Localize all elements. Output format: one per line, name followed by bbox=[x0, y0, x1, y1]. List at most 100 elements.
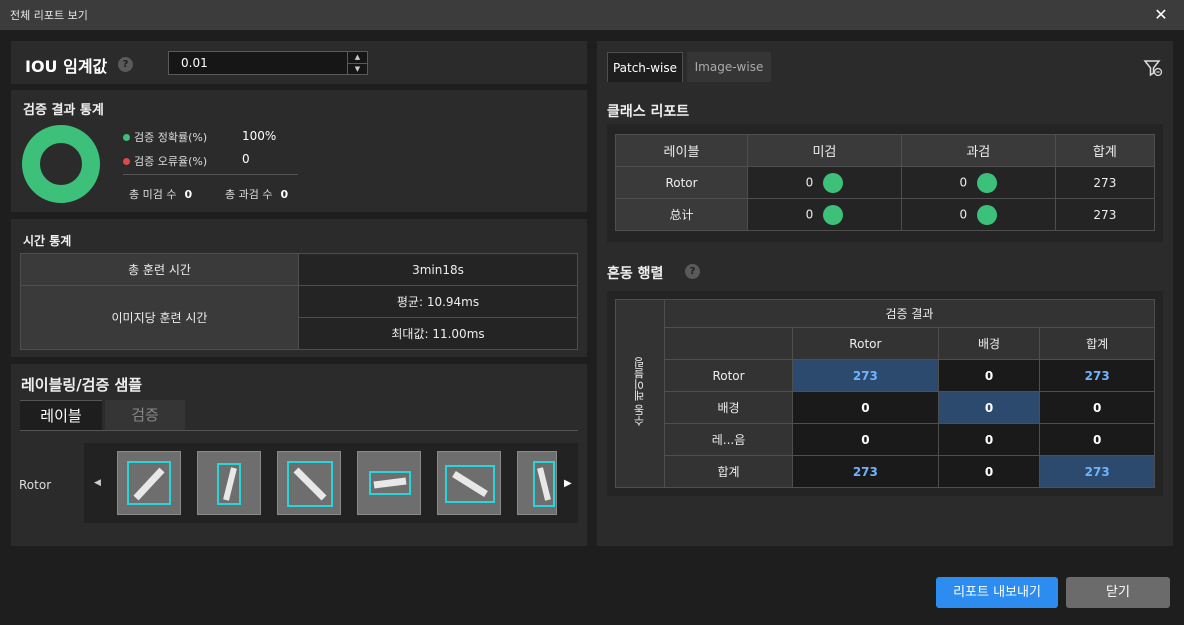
matrix-row: 배경 0 0 0 bbox=[616, 391, 1155, 424]
iou-value[interactable]: 0.01 bbox=[169, 56, 347, 70]
group-header: 검증 결과 bbox=[664, 299, 1155, 328]
sample-image bbox=[287, 461, 333, 507]
matrix-row: 합계 273 0 273 bbox=[616, 455, 1155, 488]
accuracy-dot bbox=[123, 133, 130, 141]
chevron-left-icon[interactable]: ◀ bbox=[94, 478, 101, 488]
donut-ring bbox=[22, 125, 100, 203]
matrix-cell[interactable]: 0 bbox=[792, 423, 939, 456]
miss-value: 0 bbox=[184, 188, 193, 201]
side-header: 수동 레이블링 bbox=[615, 299, 665, 488]
samples-title: 레이블링/검증 샘플 bbox=[21, 376, 143, 394]
sample-thumbnail[interactable] bbox=[357, 451, 421, 515]
sample-image bbox=[369, 471, 411, 495]
title-bar: 전체 리포트 보기 ✕ bbox=[0, 0, 1184, 30]
side-header-label: 수동 레이블링 bbox=[633, 357, 646, 427]
col-header: Rotor bbox=[792, 327, 939, 360]
confusion-matrix-box: 수동 레이블링 검증 결과 Rotor 배경 합계 Rotor 273 0 27… bbox=[607, 291, 1163, 496]
accuracy-value: 100% bbox=[242, 129, 277, 143]
confusion-title: 혼동 행렬 bbox=[607, 266, 664, 282]
matrix-cell[interactable]: 0 bbox=[937, 455, 1041, 488]
over-value: 0 bbox=[280, 188, 289, 201]
confusion-matrix: 수동 레이블링 검증 결과 Rotor 배경 합계 Rotor 273 0 27… bbox=[615, 299, 1155, 488]
export-report-button[interactable]: 리포트 내보내기 bbox=[936, 577, 1058, 608]
sample-thumbnail[interactable] bbox=[117, 451, 181, 515]
row-label: Rotor bbox=[615, 166, 748, 199]
matrix-row: 레...음 0 0 0 bbox=[616, 423, 1155, 456]
row-label: 总计 bbox=[615, 198, 748, 231]
spin-up-icon[interactable]: ▲ bbox=[348, 52, 367, 64]
col-header: 레이블 bbox=[615, 134, 748, 167]
class-report-title: 클래스 리포트 bbox=[607, 104, 690, 120]
matrix-cell[interactable]: 0 bbox=[937, 359, 1041, 392]
iou-threshold-input[interactable]: 0.01 ▲ ▼ bbox=[168, 51, 368, 75]
col-header: 합계 bbox=[1054, 134, 1156, 167]
tab-label[interactable]: 레이블 bbox=[20, 400, 102, 430]
sample-image bbox=[533, 461, 555, 507]
matrix-cell[interactable]: 273 bbox=[1039, 359, 1155, 392]
verification-stats-panel: 검증 결과 통계 검증 정확률(%) 100% 검증 오류율(%) 0 총 미검… bbox=[11, 90, 587, 212]
close-icon[interactable]: ✕ bbox=[1152, 6, 1170, 24]
matrix-cell[interactable]: 0 bbox=[937, 391, 1041, 424]
col-header: 배경 bbox=[937, 327, 1041, 360]
miss-count: 0 bbox=[805, 207, 814, 221]
sample-image bbox=[127, 461, 171, 505]
status-dot-icon bbox=[977, 172, 998, 193]
sample-thumbnail[interactable] bbox=[437, 451, 501, 515]
matrix-cell[interactable]: 0 bbox=[1039, 391, 1155, 424]
miss-cell: 0 bbox=[747, 198, 902, 231]
tab-patch-wise[interactable]: Patch-wise bbox=[607, 52, 683, 82]
tab-divider bbox=[20, 430, 578, 431]
col-header: 합계 bbox=[1039, 327, 1155, 360]
error-label: 검증 오류율(%) bbox=[134, 155, 208, 168]
over-cell: 0 bbox=[900, 198, 1056, 231]
window-title: 전체 리포트 보기 bbox=[10, 9, 88, 22]
matrix-cell[interactable]: 273 bbox=[1039, 455, 1155, 488]
col-header: 미검 bbox=[747, 134, 902, 167]
row-label: 합계 bbox=[664, 455, 793, 488]
row-label: Rotor bbox=[664, 359, 793, 392]
filter-icon[interactable] bbox=[1143, 58, 1163, 78]
chevron-right-icon[interactable]: ▶ bbox=[564, 478, 572, 489]
matrix-cell[interactable]: 273 bbox=[792, 359, 939, 392]
miss-label: 총 미검 수 bbox=[129, 188, 177, 201]
sample-thumbnail[interactable] bbox=[197, 451, 261, 515]
help-icon[interactable]: ? bbox=[685, 264, 700, 279]
sample-thumbnail[interactable] bbox=[517, 451, 557, 515]
time-title: 시간 통계 bbox=[23, 234, 72, 248]
status-dot-icon bbox=[977, 204, 998, 225]
time-table: 총 훈련 시간 3min18s 이미지당 훈련 시간 평균: 10.94ms 최… bbox=[20, 253, 578, 350]
status-dot-icon bbox=[823, 172, 844, 193]
error-dot bbox=[123, 157, 130, 165]
sample-thumbnail[interactable] bbox=[277, 451, 341, 515]
samples-panel: 레이블링/검증 샘플 레이블 검증 Rotor ◀ ▶ bbox=[11, 364, 587, 546]
over-count: 0 bbox=[959, 207, 968, 221]
error-value: 0 bbox=[242, 152, 250, 166]
time-stats-panel: 시간 통계 총 훈련 시간 3min18s 이미지당 훈련 시간 평균: 10.… bbox=[11, 219, 587, 357]
col-header: 과검 bbox=[900, 134, 1056, 167]
help-icon[interactable]: ? bbox=[118, 57, 133, 72]
tab-verify[interactable]: 검증 bbox=[105, 400, 185, 430]
sample-row-label: Rotor bbox=[19, 478, 52, 492]
iou-label: IOU 임계값 bbox=[25, 57, 108, 76]
sample-strip: ◀ ▶ bbox=[84, 443, 578, 523]
avg-time-value: 평균: 10.94ms bbox=[298, 285, 578, 318]
accuracy-donut-chart bbox=[22, 125, 100, 203]
class-report-table: 레이블 미검 과검 합계 Rotor 0 0 273 总计 0 0 273 bbox=[615, 134, 1156, 231]
report-panel: Patch-wise Image-wise 클래스 리포트 레이블 미검 과검 … bbox=[597, 41, 1173, 546]
tab-image-wise[interactable]: Image-wise bbox=[687, 52, 771, 82]
matrix-cell[interactable]: 0 bbox=[792, 391, 939, 424]
over-cell: 0 bbox=[900, 166, 1056, 199]
sample-image bbox=[445, 465, 495, 503]
miss-count: 총 미검 수 0 bbox=[129, 186, 192, 202]
over-label: 총 과검 수 bbox=[225, 188, 273, 201]
matrix-cell[interactable]: 0 bbox=[1039, 423, 1155, 456]
stats-title: 검증 결과 통계 bbox=[23, 103, 104, 118]
close-button[interactable]: 닫기 bbox=[1066, 577, 1170, 608]
iou-spinner[interactable]: ▲ ▼ bbox=[347, 52, 367, 74]
status-dot-icon bbox=[823, 204, 844, 225]
matrix-cell[interactable]: 0 bbox=[937, 423, 1041, 456]
matrix-cell[interactable]: 273 bbox=[792, 455, 939, 488]
spin-down-icon[interactable]: ▼ bbox=[348, 64, 367, 75]
total-time-value: 3min18s bbox=[298, 253, 578, 286]
sample-image bbox=[217, 463, 241, 505]
